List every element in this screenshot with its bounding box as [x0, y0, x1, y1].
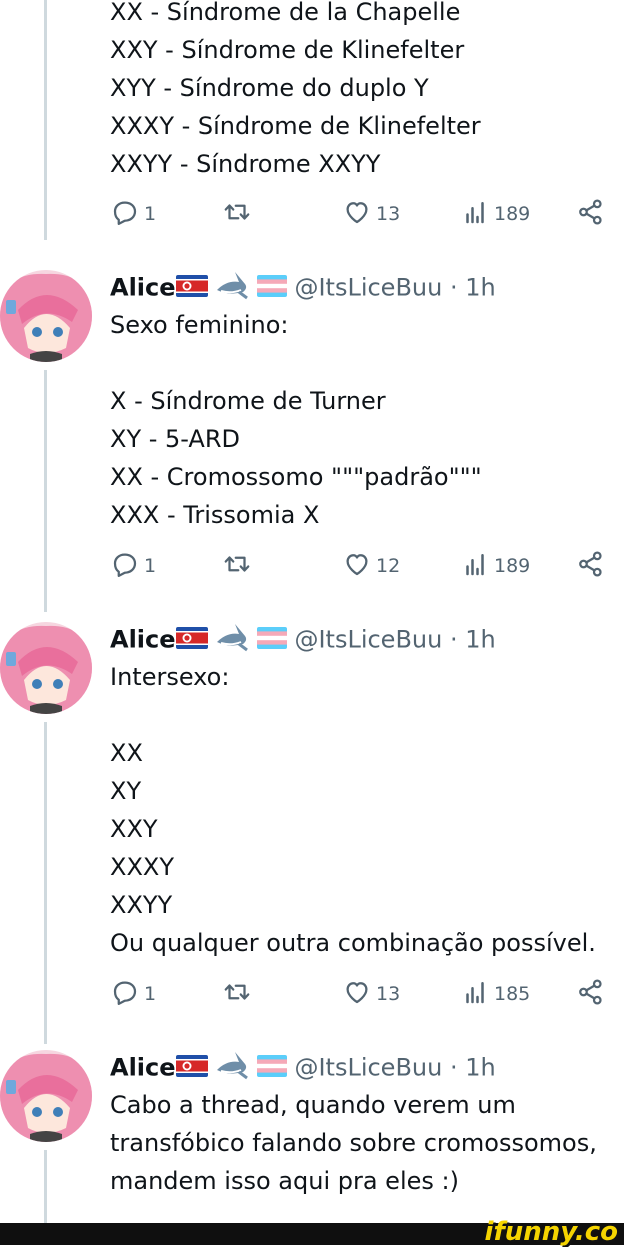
- tweet-line: XXY - Síndrome de Klinefelter: [110, 36, 465, 64]
- share-icon: [576, 549, 610, 584]
- tweet-line: transfóbico falando sobre cromossomos,: [110, 1129, 597, 1157]
- tweet-line: X - Síndrome de Turner: [110, 387, 386, 415]
- view-count: 185: [494, 983, 531, 1005]
- thread-line: [44, 0, 47, 240]
- north-korea-flag-icon: [175, 274, 208, 304]
- tweet-line: XX: [110, 739, 143, 767]
- retweet-icon: [222, 549, 256, 584]
- author-handle[interactable]: @ItsLiceBuu: [294, 626, 442, 654]
- tweet-text: Sexo feminino: X - Síndrome de Turner XY…: [110, 306, 482, 534]
- tweet-line: XXYY: [110, 891, 173, 919]
- avatar[interactable]: [0, 622, 92, 714]
- like-count: 13: [376, 203, 401, 225]
- tweet-line: XX - Cromossomo """padrão""": [110, 463, 482, 491]
- tweet-header: Alice @ItsLiceBuu · 1h: [110, 622, 496, 659]
- like-button[interactable]: 12: [342, 549, 400, 583]
- view-count: 189: [494, 555, 531, 577]
- tweet-line: XXY: [110, 815, 158, 843]
- tweet-time[interactable]: · 1h: [450, 1054, 496, 1082]
- tweet-actions: 1 13 185: [110, 977, 606, 1011]
- tweet-line: XXX - Trissomia X: [110, 501, 320, 529]
- reply-icon: [110, 977, 144, 1012]
- bar-chart-icon: [460, 977, 494, 1012]
- north-korea-flag-icon: [175, 1054, 208, 1084]
- shark-icon: [215, 270, 249, 307]
- retweet-button[interactable]: [222, 197, 256, 231]
- tweet-line: Intersexo:: [110, 663, 230, 691]
- tweet-line: XY: [110, 777, 142, 805]
- view-count: 189: [494, 203, 531, 225]
- tweet-time[interactable]: · 1h: [450, 274, 496, 302]
- tweet-header: Alice @ItsLiceBuu · 1h: [110, 1050, 496, 1087]
- author-name[interactable]: Alice: [110, 274, 176, 302]
- tweet-text: Cabo a thread, quando verem um transfóbi…: [110, 1086, 597, 1200]
- views-button[interactable]: 189: [460, 197, 530, 231]
- reply-icon: [110, 549, 144, 584]
- retweet-button[interactable]: [222, 549, 256, 583]
- heart-icon: [342, 977, 376, 1012]
- transgender-flag-icon: [256, 274, 287, 304]
- avatar[interactable]: [0, 270, 92, 362]
- author-handle[interactable]: @ItsLiceBuu: [294, 274, 442, 302]
- views-button[interactable]: 185: [460, 977, 530, 1011]
- retweet-button[interactable]: [222, 977, 256, 1011]
- bar-chart-icon: [460, 197, 494, 232]
- tweet-time[interactable]: · 1h: [450, 626, 496, 654]
- ifunny-logo: ifunny.co: [484, 1217, 618, 1247]
- reply-icon: [110, 197, 144, 232]
- share-icon: [576, 197, 610, 232]
- tweet-line: Sexo feminino:: [110, 311, 289, 339]
- share-button[interactable]: [576, 549, 610, 583]
- tweet-line: XXXY - Síndrome de Klinefelter: [110, 112, 481, 140]
- reply-button[interactable]: 1: [110, 197, 156, 231]
- tweet-line: mandem isso aqui pra eles :): [110, 1167, 459, 1195]
- author-name[interactable]: Alice: [110, 626, 176, 654]
- tweet-line: [110, 696, 596, 734]
- watermark-bar: ifunny.co: [0, 1217, 624, 1247]
- reply-button[interactable]: 1: [110, 977, 156, 1011]
- like-count: 12: [376, 555, 401, 577]
- tweet-text: Intersexo: XX XY XXY XXXY XXYY Ou qualqu…: [110, 658, 596, 962]
- like-button[interactable]: 13: [342, 977, 400, 1011]
- bar-chart-icon: [460, 549, 494, 584]
- tweet-line: Cabo a thread, quando verem um: [110, 1091, 516, 1119]
- tweet-line: [110, 344, 482, 382]
- author-handle[interactable]: @ItsLiceBuu: [294, 1054, 442, 1082]
- reply-count: 1: [144, 983, 157, 1005]
- tweet-line: XXXY: [110, 853, 174, 881]
- thread-line: [44, 722, 47, 1044]
- heart-icon: [342, 549, 376, 584]
- tweet-line: XYY - Síndrome do duplo Y: [110, 74, 429, 102]
- shark-icon: [215, 622, 249, 659]
- tweet-line: XY - 5-ARD: [110, 425, 240, 453]
- tweet-line: Ou qualquer outra combinação possível.: [110, 929, 596, 957]
- share-button[interactable]: [576, 197, 610, 231]
- reply-button[interactable]: 1: [110, 549, 156, 583]
- tweet-line: XXYY - Síndrome XXYY: [110, 150, 381, 178]
- thread-line: [44, 370, 47, 612]
- thread-line: [44, 1150, 47, 1223]
- author-name[interactable]: Alice: [110, 1054, 176, 1082]
- avatar[interactable]: [0, 1050, 92, 1142]
- tweet-actions: 1 13 189: [110, 197, 606, 231]
- tweet-line: XX - Síndrome de la Chapelle: [110, 0, 461, 26]
- reply-count: 1: [144, 203, 157, 225]
- transgender-flag-icon: [256, 1054, 287, 1084]
- share-button[interactable]: [576, 977, 610, 1011]
- transgender-flag-icon: [256, 626, 287, 656]
- retweet-icon: [222, 977, 256, 1012]
- like-button[interactable]: 13: [342, 197, 400, 231]
- tweet-text: XX - Síndrome de la Chapelle XXY - Síndr…: [110, 0, 481, 183]
- views-button[interactable]: 189: [460, 549, 530, 583]
- reply-count: 1: [144, 555, 157, 577]
- heart-icon: [342, 197, 376, 232]
- retweet-icon: [222, 197, 256, 232]
- tweet-actions: 1 12 189: [110, 549, 606, 583]
- shark-icon: [215, 1050, 249, 1087]
- tweet-header: Alice @ItsLiceBuu · 1h: [110, 270, 496, 307]
- share-icon: [576, 977, 610, 1012]
- north-korea-flag-icon: [175, 626, 208, 656]
- like-count: 13: [376, 983, 401, 1005]
